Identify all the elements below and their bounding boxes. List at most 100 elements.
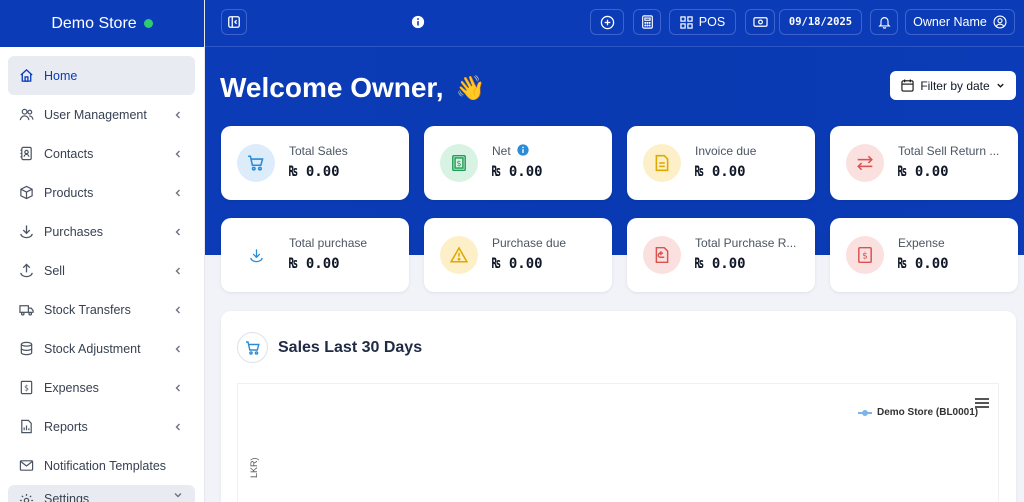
notifications-button[interactable] (870, 9, 898, 35)
contacts-icon (18, 146, 34, 162)
stat-card-label: Total Purchase R... (695, 236, 796, 250)
stat-card-label-text: Invoice due (695, 144, 757, 158)
stat-card-invoice-due: Invoice due ₨ 0.00 (627, 126, 815, 200)
money-icon: $ (440, 144, 478, 182)
sidebar-item-user-management[interactable]: User Management (8, 95, 195, 134)
sidebar-nav: Home User Management Contacts Products Purch… (0, 47, 204, 502)
current-date: 09/18/2025 (788, 16, 853, 28)
download-icon (237, 236, 275, 274)
sidebar-item-contacts[interactable]: Contacts (8, 134, 195, 173)
add-button[interactable] (590, 9, 624, 35)
sidebar-item-label: User Management (44, 107, 147, 122)
bell-icon (877, 17, 891, 29)
sidebar-item-home[interactable]: Home (8, 56, 195, 95)
stat-card-total-sell-return: Total Sell Return ... ₨ 0.00 (830, 126, 1018, 200)
sidebar-item-notification-templates[interactable]: Notification Templates (8, 446, 195, 485)
grid-icon (680, 15, 693, 29)
return-doc-icon (643, 236, 681, 274)
sidebar-item-purchases[interactable]: Purchases (8, 212, 195, 251)
toggle-sidebar-button[interactable] (221, 9, 247, 35)
sidebar-item-label: Reports (44, 419, 88, 434)
stat-card-label-text: Total Sell Return ... (898, 144, 1000, 158)
stat-card-label-text: Total purchase (289, 236, 368, 250)
chart-legend[interactable]: Demo Store (BL0001) (858, 407, 978, 418)
chart-menu-icon[interactable] (975, 396, 989, 414)
chevron-left-icon (173, 227, 183, 237)
stat-card-total-purchase: Total purchase ₨ 0.00 (221, 218, 409, 292)
sidebar-item-label: Notification Templates (44, 458, 167, 473)
sidebar-item-label: Purchases (44, 224, 104, 239)
sales-chart-area (237, 383, 999, 502)
stat-card-label: Net (492, 144, 529, 159)
sidebar-item-settings[interactable]: Settings (8, 485, 195, 502)
swap-icon (846, 144, 884, 182)
dollar-doc-icon: $ (846, 236, 884, 274)
sidebar-item-stock-adjustment[interactable]: Stock Adjustment (8, 329, 195, 368)
filter-by-date-button[interactable]: Filter by date (890, 71, 1016, 100)
info-icon[interactable] (517, 144, 529, 159)
user-name: Owner Name (913, 15, 987, 29)
user-menu-button[interactable]: Owner Name (905, 9, 1015, 35)
stat-card-label-text: Total Purchase R... (695, 236, 797, 250)
home-icon (18, 68, 34, 84)
cash-register-button[interactable] (745, 9, 775, 35)
truck-icon (18, 302, 34, 318)
stat-card-value: ₨ 0.00 (289, 164, 340, 180)
sidebar-item-products[interactable]: Products (8, 173, 195, 212)
stat-card-value: ₨ 0.00 (898, 164, 949, 180)
wave-emoji: 👋 (455, 74, 486, 102)
stat-card-expense: $ Expense ₨ 0.00 (830, 218, 1018, 292)
stat-card-total-purchase-r: Total Purchase R... ₨ 0.00 (627, 218, 815, 292)
stat-card-purchase-due: Purchase due ₨ 0.00 (424, 218, 612, 292)
stat-card-total-sales: Total Sales ₨ 0.00 (221, 126, 409, 200)
cart-icon (237, 144, 275, 182)
store-name: Demo Store (51, 14, 137, 32)
welcome-heading: Welcome Owner, 👋 (220, 72, 485, 104)
sales-chart-title: Sales Last 30 Days (278, 339, 423, 356)
chart-y-axis-label: LKR) (249, 457, 259, 478)
legend-label: Demo Store (BL0001) (877, 407, 979, 418)
warning-icon (440, 236, 478, 274)
box-icon (18, 185, 34, 201)
stat-card-value: ₨ 0.00 (898, 256, 949, 272)
svg-text:$: $ (862, 251, 868, 261)
sidebar-item-stock-transfers[interactable]: Stock Transfers (8, 290, 195, 329)
stat-card-value: ₨ 0.00 (289, 256, 340, 272)
sidebar-item-label: Stock Adjustment (44, 341, 141, 356)
sidebar-item-label: Sell (44, 263, 65, 278)
stat-card-value: ₨ 0.00 (492, 164, 543, 180)
stat-card-label-text: Total Sales (289, 144, 348, 158)
stat-card-label-text: Purchase due (492, 236, 567, 250)
file-icon (643, 144, 681, 182)
chevron-left-icon (173, 110, 183, 120)
stat-card-label: Expense (898, 236, 945, 250)
stat-card-label-text: Expense (898, 236, 945, 250)
stat-card-label: Invoice due (695, 144, 756, 158)
stat-card-value: ₨ 0.00 (695, 164, 746, 180)
pos-label: POS (698, 15, 726, 29)
chevron-left-icon (173, 344, 183, 354)
sidebar-item-label: Products (44, 185, 94, 200)
user-avatar-icon (993, 15, 1007, 29)
sidebar-item-expenses[interactable]: $ Expenses (8, 368, 195, 407)
info-icon[interactable] (411, 15, 425, 34)
database-icon (18, 341, 34, 357)
legend-marker-icon (858, 409, 872, 416)
date-display[interactable]: 09/18/2025 (779, 9, 862, 35)
pos-button[interactable]: POS (669, 9, 736, 35)
chevron-left-icon (173, 305, 183, 315)
sidebar-item-reports[interactable]: Reports (8, 407, 195, 446)
chevron-left-icon (173, 383, 183, 393)
store-brand[interactable]: Demo Store (0, 0, 204, 47)
gear-icon (18, 492, 34, 502)
plus-circle-icon (600, 15, 614, 29)
stat-card-net: $ Net ₨ 0.00 (424, 126, 612, 200)
online-status-dot (143, 19, 153, 28)
sidebar-item-sell[interactable]: Sell (8, 251, 195, 290)
receipt-icon: $ (18, 380, 34, 396)
sidebar-item-label: Contacts (44, 146, 94, 161)
calculator-button[interactable] (633, 9, 661, 35)
chevron-left-icon (173, 422, 183, 432)
sidebar-item-label: Expenses (44, 380, 99, 395)
calendar-icon (901, 79, 914, 92)
